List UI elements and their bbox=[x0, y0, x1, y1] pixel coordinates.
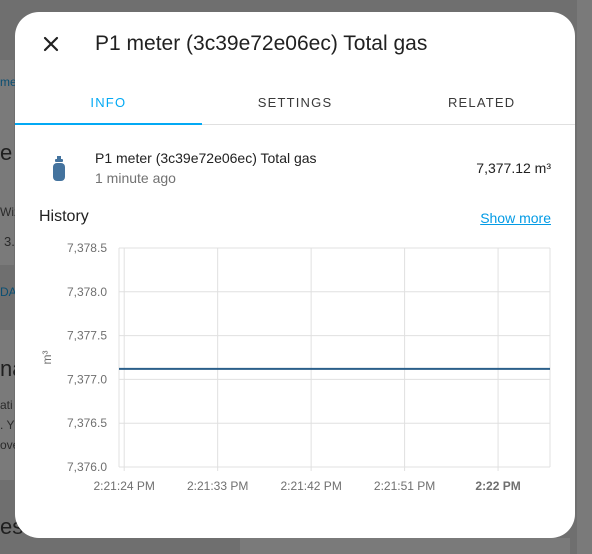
dialog-title: P1 meter (3c39e72e06ec) Total gas bbox=[95, 32, 428, 55]
close-icon bbox=[43, 36, 59, 52]
x-tick-label: 2:21:42 PM bbox=[280, 479, 341, 493]
y-tick-label: 7,378.5 bbox=[67, 241, 107, 255]
background-text: e bbox=[0, 140, 13, 165]
background-text: 3. bbox=[4, 234, 15, 249]
background-text: . Y bbox=[0, 418, 15, 432]
entity-row[interactable]: P1 meter (3c39e72e06ec) Total gas 1 minu… bbox=[15, 146, 575, 196]
tab-settings[interactable]: SETTINGS bbox=[202, 80, 389, 124]
y-tick-label: 7,376.5 bbox=[67, 416, 107, 430]
y-tick-label: 7,377.5 bbox=[67, 329, 107, 343]
background-card bbox=[577, 0, 592, 554]
x-tick-label: 2:21:24 PM bbox=[94, 479, 155, 493]
x-tick-label: 2:21:33 PM bbox=[187, 479, 248, 493]
y-tick-label: 7,378.0 bbox=[67, 285, 107, 299]
show-more-link[interactable]: Show more bbox=[480, 210, 551, 226]
history-title: History bbox=[39, 208, 89, 225]
entity-state: 7,377.12 m³ bbox=[476, 160, 551, 176]
more-info-dialog: P1 meter (3c39e72e06ec) Total gas INFO S… bbox=[15, 12, 575, 538]
y-tick-label: 7,377.0 bbox=[67, 372, 107, 386]
y-axis-label: m³ bbox=[40, 351, 54, 365]
history-chart[interactable]: 7,376.0 7,376.5 7,377.0 7,377.5 7,378.0 7,378… bbox=[15, 236, 575, 526]
background-card bbox=[240, 538, 570, 554]
gas-cylinder-icon bbox=[53, 156, 65, 181]
x-tick-label: 2:22 PM bbox=[475, 479, 520, 493]
tab-related[interactable]: RELATED bbox=[388, 80, 575, 124]
tab-info[interactable]: INFO bbox=[15, 80, 202, 125]
close-button[interactable] bbox=[37, 30, 65, 58]
tab-bar: INFO SETTINGS RELATED bbox=[15, 80, 575, 125]
entity-last-changed: 1 minute ago bbox=[95, 170, 176, 186]
y-tick-label: 7,376.0 bbox=[67, 460, 107, 474]
entity-name: P1 meter (3c39e72e06ec) Total gas bbox=[95, 150, 317, 166]
background-text: ati bbox=[0, 398, 13, 412]
x-tick-label: 2:21:51 PM bbox=[374, 479, 435, 493]
